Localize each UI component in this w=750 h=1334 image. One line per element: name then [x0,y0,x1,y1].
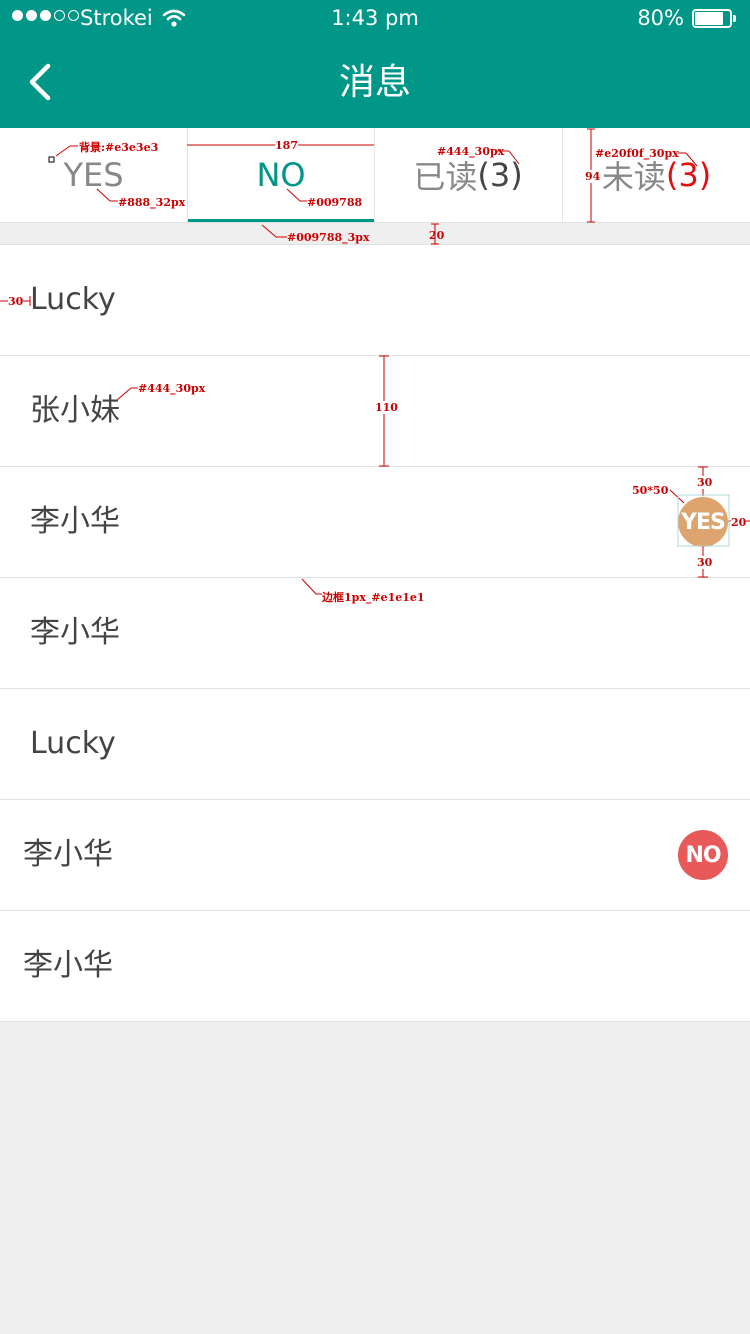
annotation-tab-text: #888_32px [118,196,186,209]
page-title: 消息 [338,62,411,103]
annotation-read-text: #444_30px [437,145,505,158]
contact-name: 李小华 [30,504,120,539]
status-bar: Strokei 1:43 pm 80% [0,0,750,38]
annotation-badge-top: 30 [697,476,713,489]
battery-icon [692,9,736,28]
list-item[interactable]: Lucky [0,245,750,356]
contact-name: Lucky [30,282,116,317]
list-item[interactable]: Lucky [0,689,750,800]
annotation-badge-bottom: 30 [697,556,713,569]
tab-yes-label: YES [63,156,124,194]
list-item[interactable]: 李小华 [0,911,750,1022]
battery-percent: 80% [637,6,684,30]
contact-name: 张小妹 [30,393,120,428]
contact-name: 李小华 [23,948,113,983]
annotation-gap: 20 [429,229,445,242]
annotation-tab-height: 94 [585,170,601,183]
tab-no-label: NO [256,156,306,194]
annotation-unread-text: #e20f0f_30px [595,147,679,160]
annotation-name-text: #444_30px [138,382,206,395]
list-item[interactable]: 李小华 NO [0,800,750,911]
annotation-background: 背景:#e3e3e3 [79,141,159,154]
annotation-row-height: 110 [375,401,398,414]
annotation-border: 边框1px_#e1e1e1 [322,591,425,604]
annotation-badge-right: 20 [731,516,747,529]
tab-unread-count: (3) [665,156,712,194]
message-list: Lucky 张小妹 李小华 YES 李小华 Lucky 李小华 NO 李小华 [0,244,750,1022]
annotation-active-text: #009788 [307,196,363,209]
app-header: Strokei 1:43 pm 80% 消息 [0,0,750,128]
status-badge-no: NO [678,830,728,880]
annotation-badge-size: 50*50 [632,484,669,497]
contact-name: Lucky [30,726,116,761]
annotation-indent: 30 [8,295,24,308]
tab-read-count: (3) [477,156,523,194]
contact-name: 李小华 [23,837,113,872]
status-badge-yes: YES [678,497,728,547]
tab-read-label: 已读 [413,158,478,196]
annotation-active-underline: #009788_3px [287,231,370,244]
tab-read[interactable]: 已读 (3) [374,128,561,222]
annotation-tab-width: 187 [275,139,298,152]
contact-name: 李小华 [30,615,120,650]
